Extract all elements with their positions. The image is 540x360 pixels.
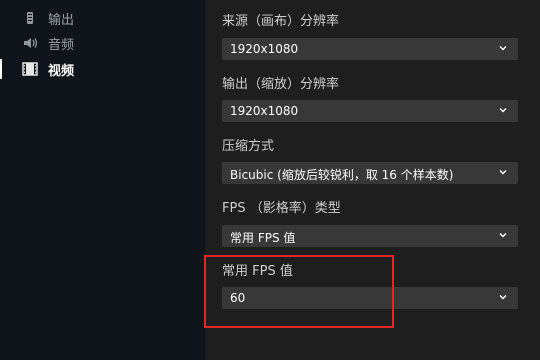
common-fps-select[interactable]: 60 — [222, 287, 518, 309]
sidebar-item-video[interactable]: 视频 — [0, 58, 205, 80]
sidebar-item-output[interactable]: 输出 — [0, 7, 205, 29]
common-fps-label: 常用 FPS 值 — [222, 264, 293, 279]
sidebar-item-label: 音频 — [48, 38, 75, 53]
chevron-down-icon — [499, 108, 507, 113]
active-indicator — [0, 59, 2, 79]
output-icon — [27, 12, 33, 24]
base-resolution-label: 来源（画布）分辨率 — [222, 14, 340, 29]
film-icon — [22, 62, 38, 76]
select-value: 1920x1080 — [230, 104, 299, 118]
chevron-down-icon — [499, 170, 507, 175]
settings-sidebar: 输出 音频 视频 — [0, 0, 205, 360]
chevron-down-icon — [499, 46, 507, 51]
sidebar-item-label: 视频 — [48, 64, 75, 79]
output-resolution-label: 输出（缩放）分辨率 — [222, 77, 340, 92]
downscale-filter-label: 压缩方式 — [222, 139, 275, 154]
select-value: Bicubic (缩放后较锐利，取 16 个样本数) — [230, 168, 454, 182]
video-settings-panel: 来源（画布）分辨率 1920x1080 输出（缩放）分辨率 1920x1080 … — [205, 0, 540, 360]
fps-type-select[interactable]: 常用 FPS 值 — [222, 225, 518, 247]
sidebar-item-audio[interactable]: 音频 — [0, 32, 205, 54]
base-resolution-select[interactable]: 1920x1080 — [222, 38, 518, 60]
select-value: 常用 FPS 值 — [230, 231, 296, 245]
fps-type-label: FPS （影格率）类型 — [222, 201, 341, 216]
output-resolution-select[interactable]: 1920x1080 — [222, 100, 518, 122]
chevron-down-icon — [499, 233, 507, 238]
chevron-down-icon — [499, 295, 507, 300]
select-value: 60 — [230, 291, 246, 305]
select-value: 1920x1080 — [230, 42, 299, 56]
downscale-filter-select[interactable]: Bicubic (缩放后较锐利，取 16 个样本数) — [222, 162, 518, 184]
speaker-icon — [24, 38, 38, 48]
sidebar-item-label: 输出 — [48, 13, 75, 28]
